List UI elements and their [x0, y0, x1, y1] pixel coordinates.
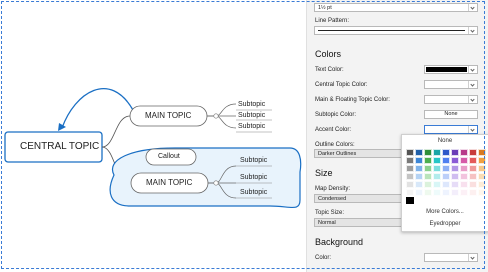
selection-frame — [1, 1, 485, 269]
